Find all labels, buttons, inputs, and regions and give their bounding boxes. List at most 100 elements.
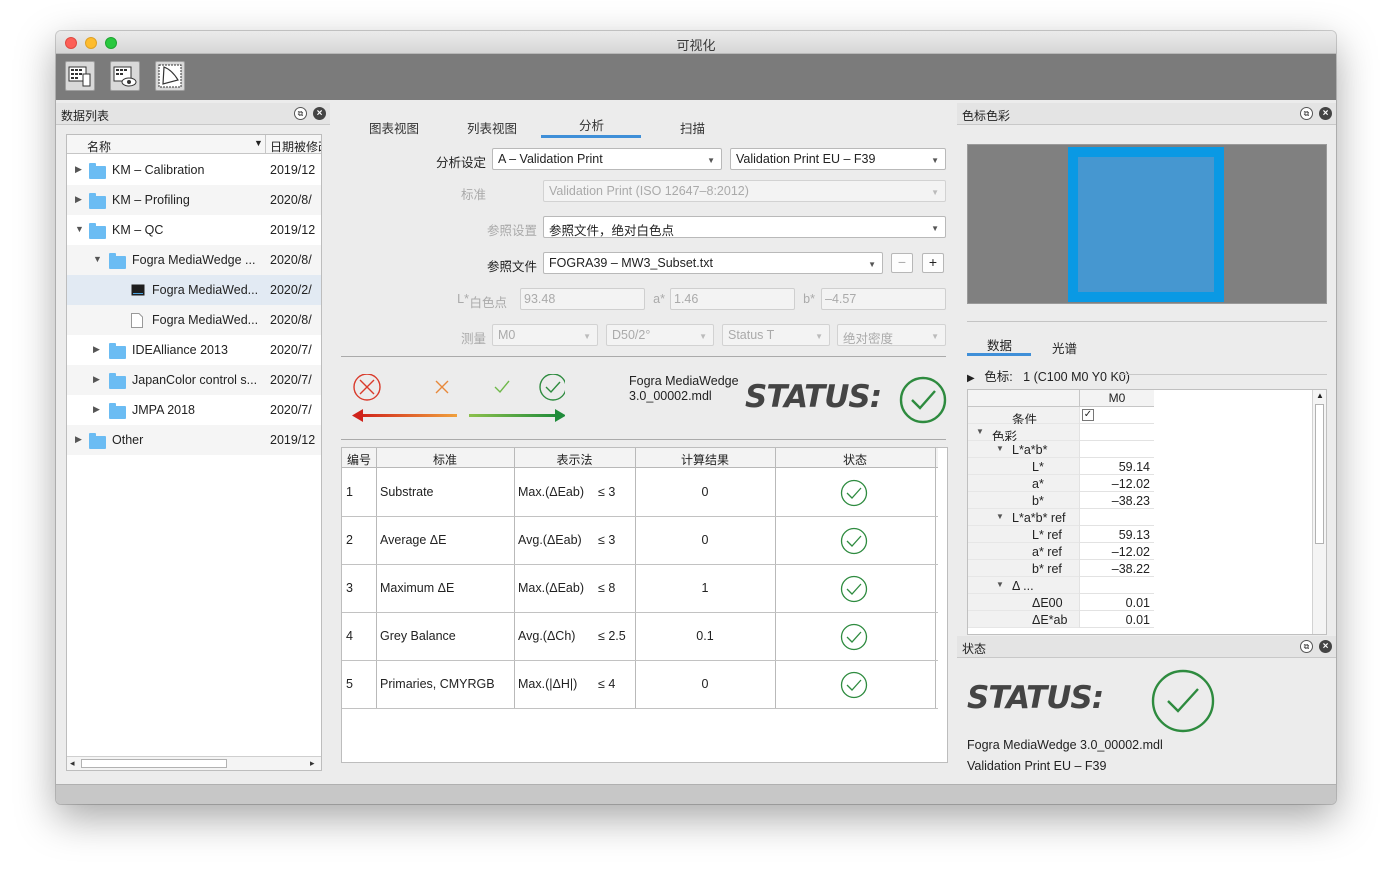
disclosure-closed-icon[interactable]: ▶ xyxy=(75,194,82,205)
scroll-up-icon[interactable]: ▲ xyxy=(1316,391,1324,400)
analysis-setting-select[interactable]: A – Validation Print ▼ xyxy=(492,148,722,170)
close-panel-icon[interactable]: × xyxy=(313,107,326,120)
disclosure-closed-icon[interactable]: ▶ xyxy=(93,374,100,385)
density-type-select[interactable]: 绝对密度 ▼ xyxy=(837,324,946,346)
tab-list-view[interactable]: 列表视图 xyxy=(467,118,517,137)
header-result[interactable]: 计算结果 xyxy=(635,451,775,468)
measure-chart-icon xyxy=(68,66,91,87)
check-icon xyxy=(494,380,510,394)
view-chart-button[interactable] xyxy=(110,61,140,91)
scroll-right-icon[interactable]: ▸ xyxy=(310,758,315,769)
disclosure-open-icon[interactable]: ▼ xyxy=(976,427,984,436)
patch-row-value: –12.02 xyxy=(1111,545,1150,559)
tab-scan[interactable]: 扫描 xyxy=(680,118,705,137)
condition-checkbox[interactable]: ✓ xyxy=(1082,409,1094,421)
tree-row[interactable]: ▶ KM – Calibration 2019/12 xyxy=(67,155,321,185)
patch-data-row[interactable]: 条件 ✓ xyxy=(968,407,1154,427)
tab-analysis[interactable]: 分析 xyxy=(579,115,604,134)
gamut-view-button[interactable] xyxy=(155,61,185,91)
column-header-m0[interactable]: M0 xyxy=(1079,390,1154,407)
patch-data-row[interactable]: ▼ L*a*b* ref xyxy=(968,509,1154,526)
wp-b-field[interactable]: –4.57 xyxy=(821,288,946,310)
patch-data-row[interactable]: ▼ Δ ... xyxy=(968,577,1154,594)
cell-result: 0.1 xyxy=(696,629,714,643)
table-row[interactable]: 5 Primaries, CMYRGB Max.(|ΔH|) ≤ 4 0 xyxy=(342,661,938,709)
add-reference-button[interactable]: + xyxy=(922,253,944,273)
expand-arrow-icon[interactable]: ▶ xyxy=(967,373,975,384)
column-header-date[interactable]: 日期被修改 xyxy=(270,138,321,155)
tree-row[interactable]: ▼ KM – QC 2019/12 xyxy=(67,215,321,245)
header-standard[interactable]: 标准 xyxy=(376,451,514,468)
tree-row[interactable]: ▶ JMPA 2018 2020/7/ xyxy=(67,395,321,425)
patch-data-row[interactable]: a* ref –12.02 xyxy=(968,543,1154,560)
sort-down-icon[interactable]: ▼ xyxy=(254,138,263,148)
horizontal-scrollbar[interactable]: ◂ ▸ xyxy=(67,756,321,770)
table-row[interactable]: 3 Maximum ΔE Max.(ΔEab) ≤ 8 1 xyxy=(342,565,938,613)
tree-row[interactable]: Fogra MediaWed... 2020/8/ xyxy=(67,305,321,335)
patch-data-table: M0 条件 ✓ ▼ 色彩 ▼ L*a*b* L* 59.14 a* –12.02 b* –38.23 ▼… xyxy=(967,389,1327,635)
tree-row-name: IDEAlliance 2013 xyxy=(132,343,228,357)
tree-row-date: 2020/2/ xyxy=(270,283,312,297)
reference-file-select[interactable]: FOGRA39 – MW3_Subset.txt ▼ xyxy=(543,252,883,274)
tree-row[interactable]: ▼ Fogra MediaWedge ... 2020/8/ xyxy=(67,245,321,275)
density-status-select[interactable]: Status T ▼ xyxy=(722,324,830,346)
disclosure-open-icon[interactable]: ▼ xyxy=(996,512,1004,521)
float-panel-icon[interactable]: ⧉ xyxy=(1300,640,1313,653)
tree-row[interactable]: ▶ IDEAlliance 2013 2020/7/ xyxy=(67,335,321,365)
patch-data-row[interactable]: b* ref –38.22 xyxy=(968,560,1154,577)
chevron-down-icon: ▼ xyxy=(931,156,939,165)
disclosure-open-icon[interactable]: ▼ xyxy=(996,444,1004,453)
tree-row[interactable]: Fogra MediaWed... 2020/2/ xyxy=(67,275,321,305)
close-panel-icon[interactable]: × xyxy=(1319,640,1332,653)
tab-data[interactable]: 数据 xyxy=(987,335,1012,354)
tree-row[interactable]: ▶ Other 2019/12 xyxy=(67,425,321,455)
column-header-name[interactable]: 名称 xyxy=(87,138,111,155)
measure-chart-button[interactable] xyxy=(65,61,95,91)
scroll-left-icon[interactable]: ◂ xyxy=(70,758,75,769)
illuminant-select[interactable]: D50/2° ▼ xyxy=(606,324,714,346)
disclosure-closed-icon[interactable]: ▶ xyxy=(93,404,100,415)
disclosure-open-icon[interactable]: ▼ xyxy=(75,224,84,234)
disclosure-closed-icon[interactable]: ▶ xyxy=(75,434,82,445)
wp-l-field[interactable]: 93.48 xyxy=(520,288,645,310)
float-panel-icon[interactable]: ⧉ xyxy=(1300,107,1313,120)
wp-a-label: a* xyxy=(653,292,665,306)
pass-circle-icon xyxy=(840,671,868,702)
disclosure-closed-icon[interactable]: ▶ xyxy=(93,344,100,355)
cell-name: Primaries, CMYRGB xyxy=(380,677,495,691)
tree-row[interactable]: ▶ JapanColor control s... 2020/7/ xyxy=(67,365,321,395)
table-row[interactable]: 1 Substrate Max.(ΔEab) ≤ 3 0 xyxy=(342,469,938,517)
patch-data-row[interactable]: b* –38.23 xyxy=(968,492,1154,509)
table-row[interactable]: 4 Grey Balance Avg.(ΔCh) ≤ 2.5 0.1 xyxy=(342,613,938,661)
cell-name: Grey Balance xyxy=(380,629,456,643)
header-method[interactable]: 表示法 xyxy=(514,451,635,468)
patch-data-row[interactable]: ▼ L*a*b* xyxy=(968,441,1154,458)
header-status[interactable]: 状态 xyxy=(775,451,935,468)
disclosure-closed-icon[interactable]: ▶ xyxy=(75,164,82,175)
scrollbar-thumb[interactable] xyxy=(1315,404,1324,544)
disclosure-open-icon[interactable]: ▼ xyxy=(996,580,1004,589)
table-row[interactable]: 2 Average ΔE Avg.(ΔEab) ≤ 3 0 xyxy=(342,517,938,565)
close-panel-icon[interactable]: × xyxy=(1319,107,1332,120)
patch-data-row[interactable]: ΔE00 0.01 xyxy=(968,594,1154,611)
disclosure-open-icon[interactable]: ▼ xyxy=(93,254,102,264)
vertical-scrollbar[interactable]: ▲ xyxy=(1312,390,1326,634)
patch-data-row[interactable]: L* 59.14 xyxy=(968,458,1154,475)
standard-select[interactable]: Validation Print (ISO 12647–8:2012) ▼ xyxy=(543,180,946,202)
measurement-mode-select[interactable]: M0 ▼ xyxy=(492,324,598,346)
remove-reference-button[interactable]: − xyxy=(891,253,913,273)
wp-a-field[interactable]: 1.46 xyxy=(670,288,795,310)
tab-chart-view[interactable]: 图表视图 xyxy=(369,118,419,137)
header-number[interactable]: 编号 xyxy=(342,451,376,468)
tab-spectrum[interactable]: 光谱 xyxy=(1052,338,1077,357)
reference-setting-select[interactable]: 参照文件，绝对白色点 ▼ xyxy=(543,216,946,238)
reference-condition-select[interactable]: Validation Print EU – F39 ▼ xyxy=(730,148,946,170)
tree-row[interactable]: ▶ KM – Profiling 2020/8/ xyxy=(67,185,321,215)
scrollbar-thumb[interactable] xyxy=(81,759,227,768)
float-panel-icon[interactable]: ⧉ xyxy=(294,107,307,120)
patch-data-row[interactable]: ΔE*ab 0.01 xyxy=(968,611,1154,628)
patch-data-row[interactable]: a* –12.02 xyxy=(968,475,1154,492)
patch-row-value: –12.02 xyxy=(1111,477,1150,491)
patch-data-row[interactable]: L* ref 59.13 xyxy=(968,526,1154,543)
patch-data-row[interactable]: ▼ 色彩 xyxy=(968,424,1154,444)
